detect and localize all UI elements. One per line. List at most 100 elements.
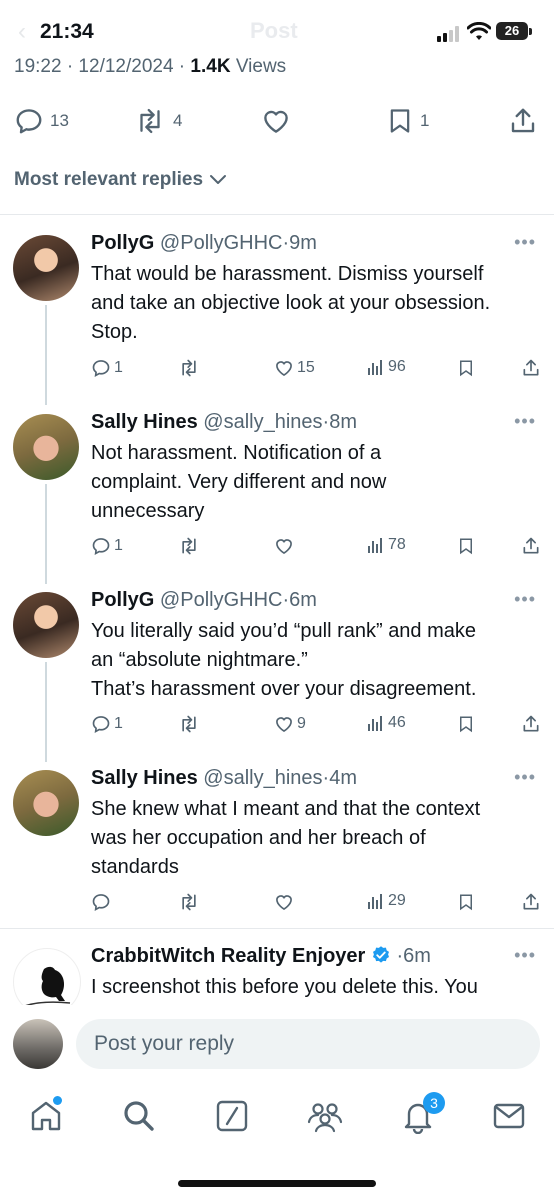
reply-item[interactable]: Sally Hines @sally_hines·8m ••• Not hara… xyxy=(0,409,554,569)
heart-icon xyxy=(276,717,292,733)
like-count: 15 xyxy=(297,359,315,376)
reply-text: I screenshot this before you delete this… xyxy=(91,973,541,1002)
post-action-bar: 13 4 1 xyxy=(0,100,554,140)
sort-label: Most relevant replies xyxy=(14,169,204,190)
repost-icon xyxy=(182,893,196,911)
author-name[interactable]: PollyG xyxy=(91,589,154,611)
avatar[interactable] xyxy=(13,592,79,658)
divider xyxy=(0,928,554,929)
tab-home[interactable] xyxy=(28,1096,64,1139)
repost-button[interactable] xyxy=(177,536,201,556)
bottom-tab-bar: 3 xyxy=(0,1083,554,1153)
bookmark-button[interactable]: 1 xyxy=(386,106,429,136)
status-bar: ‹ 21:34 Post 26 xyxy=(0,0,554,64)
reply-text: That would be harassment. Dismiss yourse… xyxy=(91,260,541,347)
reply-item[interactable]: PollyG @PollyGHHC·6m ••• You literally s… xyxy=(0,587,554,747)
bookmark-button[interactable] xyxy=(457,536,475,556)
share-button[interactable] xyxy=(521,536,541,556)
views-button[interactable]: 46 xyxy=(367,714,406,732)
reply-text: Not harassment. Notification of a compla… xyxy=(91,439,541,526)
reply-button[interactable] xyxy=(91,892,114,912)
author-name[interactable]: PollyG xyxy=(91,232,154,254)
views-button[interactable]: 29 xyxy=(367,892,406,910)
notifications-badge: 3 xyxy=(423,1092,445,1114)
reply-item[interactable]: CrabbitWitch Reality Enjoyer ·6m ••• I s… xyxy=(0,943,554,1005)
share-button[interactable] xyxy=(508,106,538,136)
tab-search[interactable] xyxy=(121,1098,157,1139)
view-count: 96 xyxy=(388,358,406,375)
reply-button[interactable]: 1 xyxy=(91,358,123,378)
repost-button[interactable]: 4 xyxy=(133,106,182,136)
search-icon xyxy=(124,1101,154,1131)
share-button[interactable] xyxy=(521,358,541,378)
more-options-icon[interactable]: ••• xyxy=(514,411,536,432)
share-button[interactable] xyxy=(521,714,541,734)
reply-composer: Post your reply xyxy=(0,1005,554,1083)
like-button[interactable]: 9 xyxy=(274,714,306,734)
like-button[interactable]: 15 xyxy=(274,358,315,378)
reply-item[interactable]: Sally Hines @sally_hines·4m ••• She knew… xyxy=(0,765,554,925)
bookmark-button[interactable] xyxy=(457,892,475,912)
reply-line: unnecessary xyxy=(91,500,205,522)
reply-icon xyxy=(16,109,42,134)
grok-icon xyxy=(216,1100,248,1132)
avatar[interactable] xyxy=(13,414,79,480)
reply-line: That would be harassment. Dismiss yourse… xyxy=(91,263,484,285)
reply-text: She knew what I meant and that the conte… xyxy=(91,795,541,882)
views-label: Views xyxy=(230,56,287,77)
reply-icon xyxy=(92,894,110,912)
reply-time: ·8m xyxy=(322,411,357,433)
author-handle[interactable]: @PollyGHHC xyxy=(160,589,283,611)
repost-count: 4 xyxy=(173,111,183,130)
more-options-icon[interactable]: ••• xyxy=(514,945,536,966)
like-button[interactable] xyxy=(261,106,291,136)
views-button[interactable]: 96 xyxy=(367,358,406,376)
reply-count: 13 xyxy=(50,111,69,130)
back-arrow-icon[interactable]: ‹ xyxy=(18,18,26,46)
views-button[interactable]: 78 xyxy=(367,536,406,554)
repost-button[interactable] xyxy=(177,892,201,912)
author-handle[interactable]: @sally_hines xyxy=(203,767,322,789)
reply-line: Stop. xyxy=(91,321,138,343)
bookmark-icon xyxy=(460,894,472,911)
replies-sort-dropdown[interactable]: Most relevant replies xyxy=(14,169,227,191)
reply-line: That’s harassment over your disagreement… xyxy=(91,678,477,700)
reply-button[interactable]: 1 xyxy=(91,714,123,734)
tab-grok[interactable] xyxy=(214,1098,250,1139)
author-name[interactable]: Sally Hines xyxy=(91,411,198,433)
bar-chart-icon xyxy=(368,360,382,375)
page-title: Post xyxy=(250,18,298,43)
reply-item[interactable]: PollyG @PollyGHHC·9m ••• That would be h… xyxy=(0,230,554,390)
more-options-icon[interactable]: ••• xyxy=(514,232,536,253)
repost-button[interactable] xyxy=(177,358,201,378)
tab-messages[interactable] xyxy=(491,1098,527,1139)
user-avatar[interactable] xyxy=(13,1019,63,1069)
view-count: 29 xyxy=(388,892,406,909)
author-handle[interactable]: @PollyGHHC xyxy=(160,232,283,254)
reply-button[interactable]: 1 xyxy=(91,536,123,556)
more-options-icon[interactable]: ••• xyxy=(514,589,536,610)
avatar[interactable] xyxy=(13,770,79,836)
heart-icon xyxy=(276,895,292,911)
share-button[interactable] xyxy=(521,892,541,912)
bookmark-button[interactable] xyxy=(457,714,475,734)
author-name[interactable]: Sally Hines xyxy=(91,767,198,789)
tab-notifications[interactable]: 3 xyxy=(400,1092,445,1139)
more-options-icon[interactable]: ••• xyxy=(514,767,536,788)
like-button[interactable] xyxy=(274,892,297,912)
heart-icon xyxy=(264,110,288,133)
author-name[interactable]: CrabbitWitch Reality Enjoyer xyxy=(91,945,365,967)
tab-communities[interactable] xyxy=(306,1098,344,1139)
reply-header: PollyG @PollyGHHC·6m xyxy=(91,589,317,612)
raven-icon xyxy=(25,966,71,1005)
verified-badge-icon xyxy=(372,946,389,963)
like-button[interactable] xyxy=(274,536,297,556)
bookmark-icon xyxy=(460,538,472,555)
author-handle[interactable]: @sally_hines xyxy=(203,411,322,433)
bookmark-button[interactable] xyxy=(457,358,475,378)
reply-input[interactable]: Post your reply xyxy=(76,1019,540,1069)
avatar[interactable] xyxy=(13,948,81,1005)
repost-button[interactable] xyxy=(177,714,201,734)
avatar[interactable] xyxy=(13,235,79,301)
reply-button[interactable]: 13 xyxy=(14,106,69,136)
